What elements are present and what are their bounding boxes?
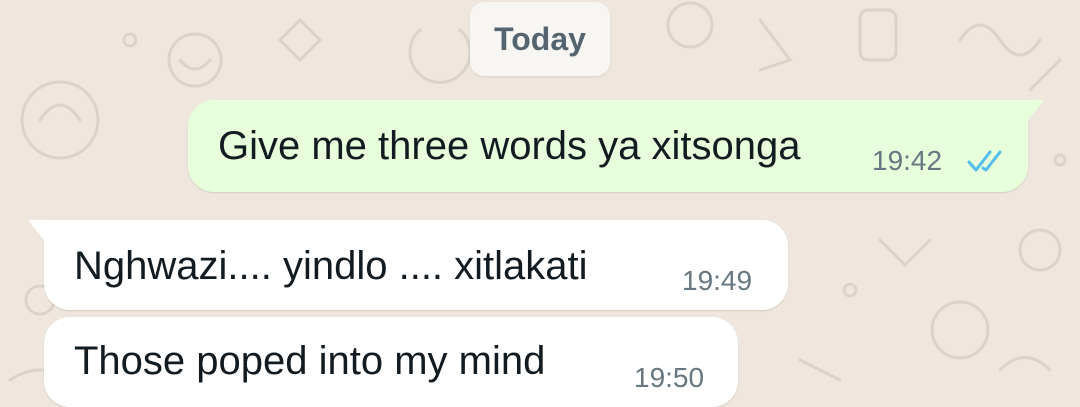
- double-check-read-icon: [967, 150, 1002, 172]
- incoming-message-bubble[interactable]: Those poped into my mind 19:50: [44, 317, 738, 407]
- date-separator-label: Today: [494, 20, 586, 57]
- incoming-message-bubble[interactable]: Nghwazi.... yindlo .... xitlakati 19:49: [28, 220, 788, 310]
- message-text: Give me three words ya xitsonga: [218, 124, 801, 168]
- bubble-tail: [1028, 100, 1044, 120]
- message-timestamp: 19:50: [634, 362, 705, 393]
- date-separator: Today: [470, 2, 610, 76]
- message-timestamp: 19:42: [872, 145, 943, 176]
- bubble-tail: [28, 220, 44, 240]
- message-text: Those poped into my mind: [74, 339, 546, 383]
- message-text: Nghwazi.... yindlo .... xitlakati: [74, 244, 588, 288]
- outgoing-message-bubble[interactable]: Give me three words ya xitsonga 19:42: [188, 100, 1044, 192]
- message-timestamp: 19:49: [682, 265, 753, 296]
